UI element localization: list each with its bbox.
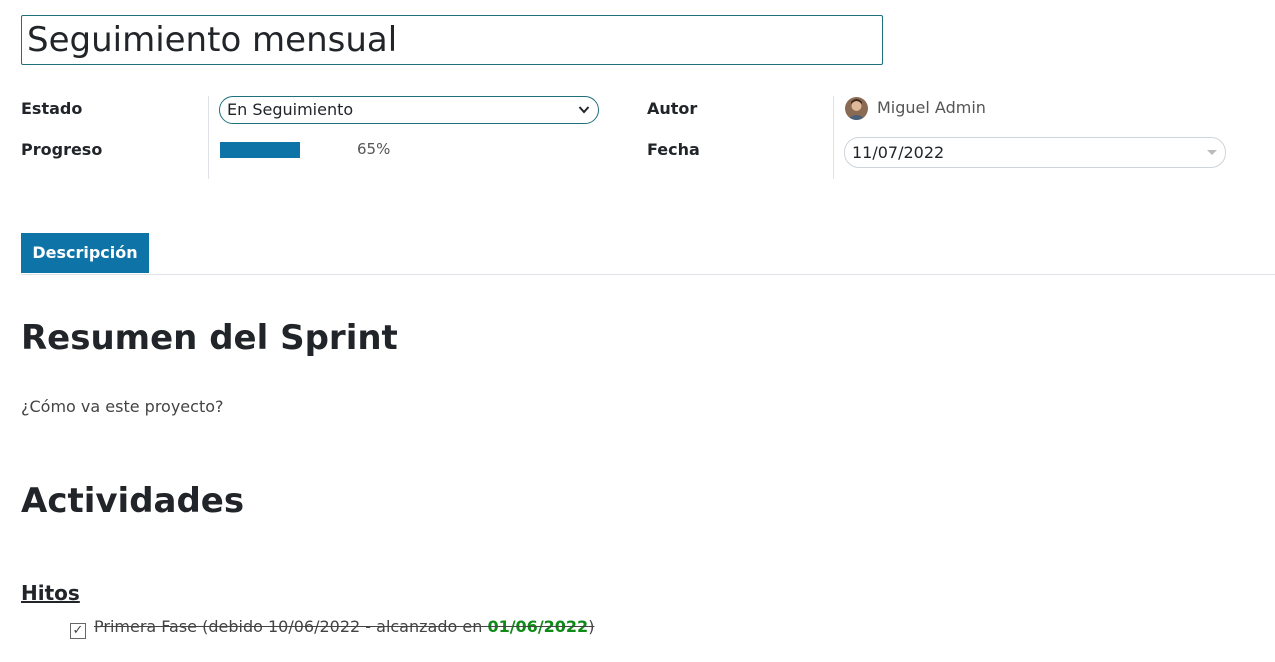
date-value: 11/07/2022 <box>852 143 945 162</box>
column-divider <box>208 96 209 179</box>
milestone-text: Primera Fase (debido 10/06/2022 - alcanz… <box>94 617 594 636</box>
progress-percent: 65% <box>357 140 391 158</box>
estado-select-value: En Seguimiento <box>227 100 354 119</box>
chevron-down-icon <box>578 97 590 132</box>
date-input[interactable]: 11/07/2022 <box>844 137 1226 168</box>
question-text: ¿Cómo va este proyecto? <box>21 397 224 416</box>
progress-fill <box>220 142 300 158</box>
heading-hitos: Hitos <box>21 581 80 605</box>
estado-label: Estado <box>21 99 83 118</box>
milestone-prefix: Primera Fase (debido 10/06/2022 - alcanz… <box>94 617 488 636</box>
milestone-reached-date: 01/06/2022 <box>487 617 589 636</box>
estado-select[interactable]: En Seguimiento <box>219 96 599 124</box>
milestone-item: ✓ Primera Fase (debido 10/06/2022 - alcan… <box>70 617 594 639</box>
tab-divider <box>21 274 1275 275</box>
heading-resumen: Resumen del Sprint <box>21 318 398 358</box>
user-avatar[interactable] <box>845 97 868 120</box>
caret-down-icon <box>1207 150 1217 155</box>
autor-label: Autor <box>647 99 698 118</box>
progreso-label: Progreso <box>21 140 103 159</box>
progress-bar <box>220 142 343 158</box>
title-input[interactable]: Seguimiento mensual <box>21 15 883 65</box>
fecha-label: Fecha <box>647 140 700 159</box>
heading-actividades: Actividades <box>21 481 245 521</box>
checkbox-checked-icon[interactable]: ✓ <box>70 623 86 639</box>
column-divider-right <box>833 96 834 179</box>
author-name[interactable]: Miguel Admin <box>877 98 986 117</box>
milestone-suffix: ) <box>588 617 595 636</box>
tab-descripcion[interactable]: Descripción <box>21 233 149 273</box>
